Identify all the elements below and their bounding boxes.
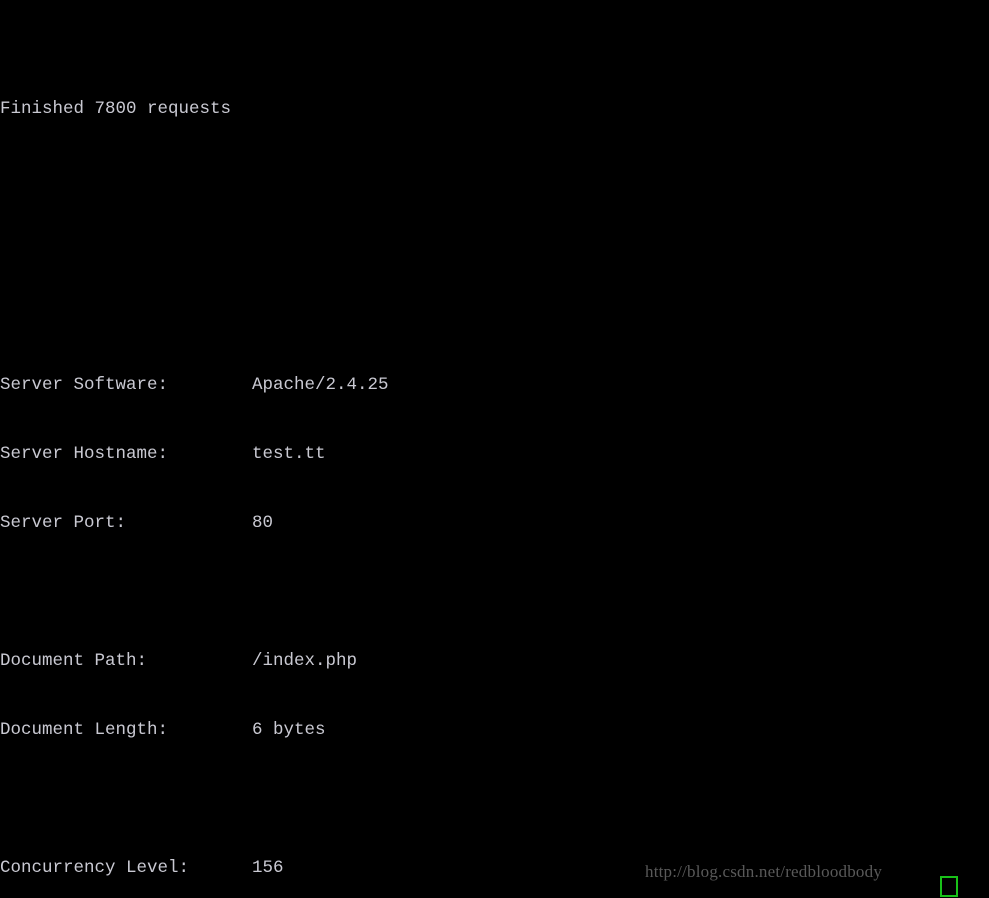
- output-blank-line: [0, 581, 989, 604]
- output-line-concurrency-level: Concurrency Level: 156: [0, 858, 284, 878]
- output-blank-line: [0, 167, 989, 190]
- terminal-output-buffer: Finished 7800 requests Server Software: …: [0, 0, 989, 898]
- output-line-document-length: Document Length: 6 bytes: [0, 720, 326, 740]
- output-line-server-hostname: Server Hostname: test.tt: [0, 444, 326, 464]
- output-blank-line: [0, 788, 989, 811]
- output-line-server-port: Server Port: 80: [0, 513, 274, 533]
- output-blank-line: [0, 305, 989, 328]
- output-line-finished: [0, 29, 989, 52]
- text-cursor: [940, 876, 958, 897]
- terminal-window[interactable]: Finished 7800 requests Server Software: …: [0, 0, 989, 898]
- output-line-finished-requests: Finished 7800 requests: [0, 99, 232, 119]
- output-line-document-path: Document Path: /index.php: [0, 651, 358, 671]
- output-blank-line: [0, 236, 989, 259]
- output-line-server-software: Server Software: Apache/2.4.25: [0, 375, 389, 395]
